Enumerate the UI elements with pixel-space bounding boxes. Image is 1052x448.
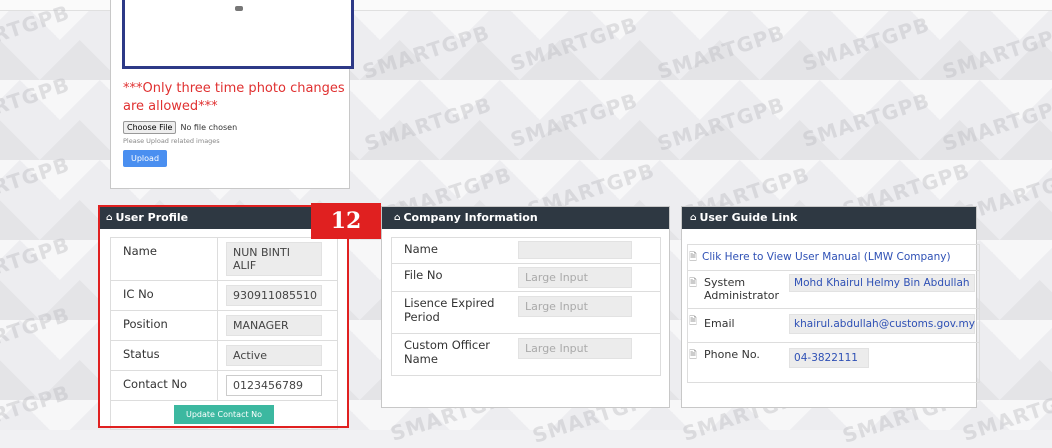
email-value: khairul.abdullah@customs.gov.my [789,314,976,334]
upload-hint: Please Upload related images [123,137,220,145]
admin-name-value: Mohd Khairul Helmy Bin Abdullah [789,274,976,292]
custom-officer-field[interactable]: Large Input [518,338,632,359]
document-icon: 🗎 [687,244,699,271]
document-icon: 🗎 [687,270,699,309]
company-information-header: ⌂ Company Information [382,207,669,229]
table-row: 🗎 Email khairul.abdullah@customs.gov.my [687,308,981,343]
upload-button[interactable]: Upload [123,150,167,167]
choose-file-button[interactable]: Choose File [123,121,177,134]
user-guide-title: User Guide Link [699,211,798,224]
phone-value: 04-3822111 [789,348,870,368]
user-manual-link[interactable]: Clik Here to View User Manual (LMW Compa… [702,251,951,263]
step-badge: 12 [311,203,381,239]
field-label: Phone No. [698,342,786,383]
field-label: File No [391,263,512,292]
table-row: 🗎 Clik Here to View User Manual (LMW Com… [687,244,981,271]
field-label: Custom Officer Name [391,333,512,376]
home-icon: ⌂ [690,213,697,223]
profile-photo-frame [122,0,354,69]
field-label: Name [391,237,512,264]
photo-upload-panel: ***Only three time photo changes are all… [110,0,354,189]
company-information-panel: ⌂ Company Information Name File No Large… [381,206,670,408]
table-row: 🗎 System Administrator Mohd Khairul Helm… [687,270,981,309]
field-label: System Administrator [698,270,786,309]
user-guide-header: ⌂ User Guide Link [682,207,976,229]
photo-placeholder [235,6,243,11]
field-label: Email [698,308,786,343]
table-row: Custom Officer Name Large Input [391,333,661,376]
file-status-text: No file chosen [180,123,238,132]
field-label: Lisence Expired Period [391,291,512,334]
home-icon: ⌂ [394,213,401,223]
licence-expired-field[interactable]: Large Input [518,296,632,317]
table-row: File No Large Input [391,263,661,292]
user-guide-table: 🗎 Clik Here to View User Manual (LMW Com… [687,244,981,383]
table-row: Lisence Expired Period Large Input [391,291,661,334]
file-no-field[interactable]: Large Input [518,267,632,288]
table-row: Name [391,237,661,264]
photo-change-warning: ***Only three time photo changes are all… [123,81,345,114]
document-icon: 🗎 [687,308,699,343]
company-information-title: Company Information [403,211,538,224]
table-row: 🗎 Phone No. 04-3822111 [687,342,981,383]
document-icon: 🗎 [687,342,699,383]
file-input-row: Choose File No file chosen [123,121,237,134]
company-information-table: Name File No Large Input Lisence Expired… [391,237,661,376]
user-guide-panel: ⌂ User Guide Link 🗎 Clik Here to View Us… [681,206,981,408]
company-name-field[interactable] [518,241,632,259]
